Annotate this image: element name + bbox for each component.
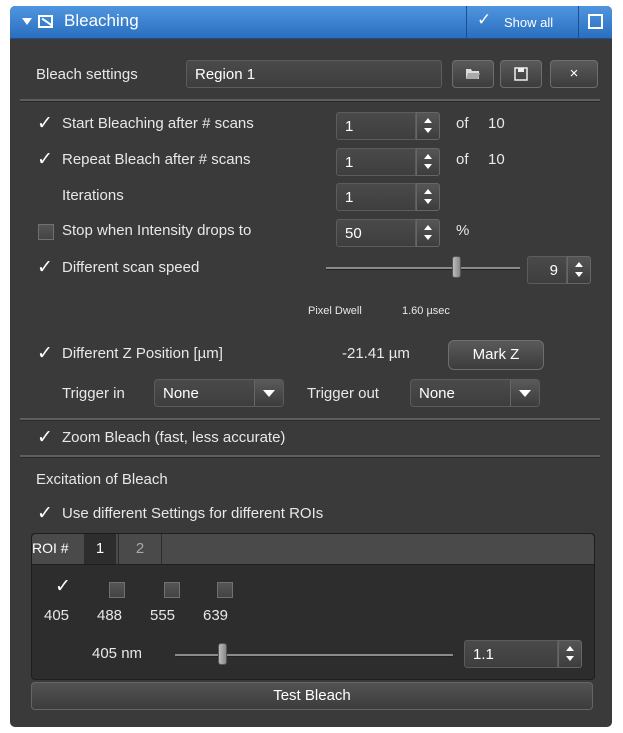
show-all-toggle[interactable]: ✓ Show all <box>466 6 587 38</box>
laser-555-label: 555 <box>150 607 176 624</box>
laser-power-label: 405 nm <box>92 645 143 662</box>
laser-555-checkbox[interactable] <box>164 582 180 598</box>
stop-intensity-value[interactable]: 50 <box>336 219 416 247</box>
tab-roi-2[interactable]: 2 <box>118 534 162 564</box>
laser-405-label: 405 <box>44 607 70 624</box>
start-bleaching-checkbox[interactable]: ✓ <box>37 114 53 133</box>
chevron-down-icon[interactable] <box>510 380 539 406</box>
spinner-arrows-icon[interactable] <box>558 640 582 668</box>
separator <box>20 455 600 458</box>
bleach-settings-field[interactable]: Region 1 <box>186 60 442 88</box>
of-label: of <box>456 115 469 132</box>
roi-settings-box: ROI # 1 2 ✓ 405 488 555 639 405 nm 1.1 <box>31 533 595 680</box>
pixel-dwell-label: Pixel Dwell <box>308 305 362 317</box>
undock-button[interactable] <box>578 6 612 38</box>
trigger-out-value: None <box>419 385 455 402</box>
bleaching-icon <box>38 15 53 28</box>
laser-power-value[interactable]: 1.1 <box>464 640 558 668</box>
start-bleaching-total: 10 <box>488 115 505 132</box>
stop-intensity-spinbox[interactable]: 50 <box>336 219 440 247</box>
panel-title: Bleaching <box>64 11 139 30</box>
stop-intensity-checkbox[interactable] <box>38 224 54 240</box>
scan-speed-slider-track[interactable] <box>326 267 520 270</box>
laser-639-checkbox[interactable] <box>217 582 233 598</box>
separator <box>20 418 600 421</box>
tab-roi-1[interactable]: 1 <box>84 534 116 564</box>
repeat-bleach-spinbox[interactable]: 1 <box>336 148 440 176</box>
pixel-dwell-value: 1.60 µsec <box>402 305 450 317</box>
of-label: of <box>456 151 469 168</box>
scan-speed-value[interactable]: 9 <box>527 256 567 284</box>
z-position-checkbox[interactable]: ✓ <box>37 344 53 363</box>
folder-open-icon <box>466 69 480 79</box>
trigger-in-label: Trigger in <box>62 385 125 402</box>
excitation-heading: Excitation of Bleach <box>36 471 168 488</box>
trigger-in-value: None <box>163 385 199 402</box>
scan-speed-checkbox[interactable]: ✓ <box>37 258 53 277</box>
spinner-arrows-icon[interactable] <box>416 148 440 176</box>
iterations-label: Iterations <box>62 187 124 204</box>
percent-unit: % <box>456 222 470 239</box>
scan-speed-label: Different scan speed <box>62 259 200 276</box>
roi-tab-bar: ROI # 1 2 <box>32 534 594 565</box>
use-different-settings-label: Use different Settings for different ROI… <box>62 505 324 522</box>
iterations-value[interactable]: 1 <box>336 183 416 211</box>
z-position-label: Different Z Position [µm] <box>62 345 223 362</box>
chevron-down-icon[interactable] <box>254 380 283 406</box>
check-icon: ✓ <box>477 10 492 29</box>
laser-488-checkbox[interactable] <box>109 582 125 598</box>
floppy-disk-icon <box>514 67 528 81</box>
trigger-in-dropdown[interactable]: None <box>154 379 284 407</box>
repeat-bleach-label: Repeat Bleach after # scans <box>62 151 251 168</box>
start-bleaching-value[interactable]: 1 <box>336 112 416 140</box>
laser-power-slider-thumb[interactable] <box>218 643 228 665</box>
separator <box>20 99 600 102</box>
trigger-out-label: Trigger out <box>307 385 379 402</box>
laser-639-label: 639 <box>203 607 229 624</box>
scan-speed-slider-thumb[interactable] <box>451 256 461 278</box>
mark-z-button[interactable]: Mark Z <box>448 340 544 370</box>
z-position-value: -21.41 µm <box>342 345 410 362</box>
bleaching-panel: Bleaching ✓ Show all Bleach settings Reg… <box>10 6 612 727</box>
show-all-label: Show all <box>504 15 554 30</box>
repeat-bleach-total: 10 <box>488 151 505 168</box>
spinner-arrows-icon[interactable] <box>567 256 591 284</box>
spinner-arrows-icon[interactable] <box>416 112 440 140</box>
iterations-spinbox[interactable]: 1 <box>336 183 440 211</box>
bleach-settings-label: Bleach settings <box>36 66 138 83</box>
roi-number-label: ROI # <box>32 540 69 556</box>
scan-speed-spinbox[interactable]: 9 <box>527 256 591 284</box>
repeat-bleach-checkbox[interactable]: ✓ <box>37 150 53 169</box>
use-different-settings-checkbox[interactable]: ✓ <box>37 504 53 523</box>
start-bleaching-spinbox[interactable]: 1 <box>336 112 440 140</box>
load-settings-button[interactable] <box>452 60 494 88</box>
laser-power-spinbox[interactable]: 1.1 <box>464 640 582 668</box>
panel-title-bar[interactable]: Bleaching ✓ Show all <box>10 6 612 39</box>
start-bleaching-label: Start Bleaching after # scans <box>62 115 254 132</box>
spinner-arrows-icon[interactable] <box>416 219 440 247</box>
zoom-bleach-checkbox[interactable]: ✓ <box>37 428 53 447</box>
clear-settings-button[interactable]: × <box>550 60 598 88</box>
spinner-arrows-icon[interactable] <box>416 183 440 211</box>
test-bleach-button[interactable]: Test Bleach <box>31 682 593 710</box>
repeat-bleach-value[interactable]: 1 <box>336 148 416 176</box>
external-window-icon <box>588 14 603 29</box>
laser-488-label: 488 <box>97 607 123 624</box>
stop-intensity-label: Stop when Intensity drops to <box>62 222 252 239</box>
trigger-out-dropdown[interactable]: None <box>410 379 540 407</box>
laser-power-slider-track[interactable] <box>175 654 453 657</box>
save-settings-button[interactable] <box>500 60 542 88</box>
laser-405-checkbox[interactable]: ✓ <box>55 577 71 596</box>
zoom-bleach-label: Zoom Bleach (fast, less accurate) <box>62 429 286 446</box>
collapse-arrow-icon[interactable] <box>22 18 32 25</box>
